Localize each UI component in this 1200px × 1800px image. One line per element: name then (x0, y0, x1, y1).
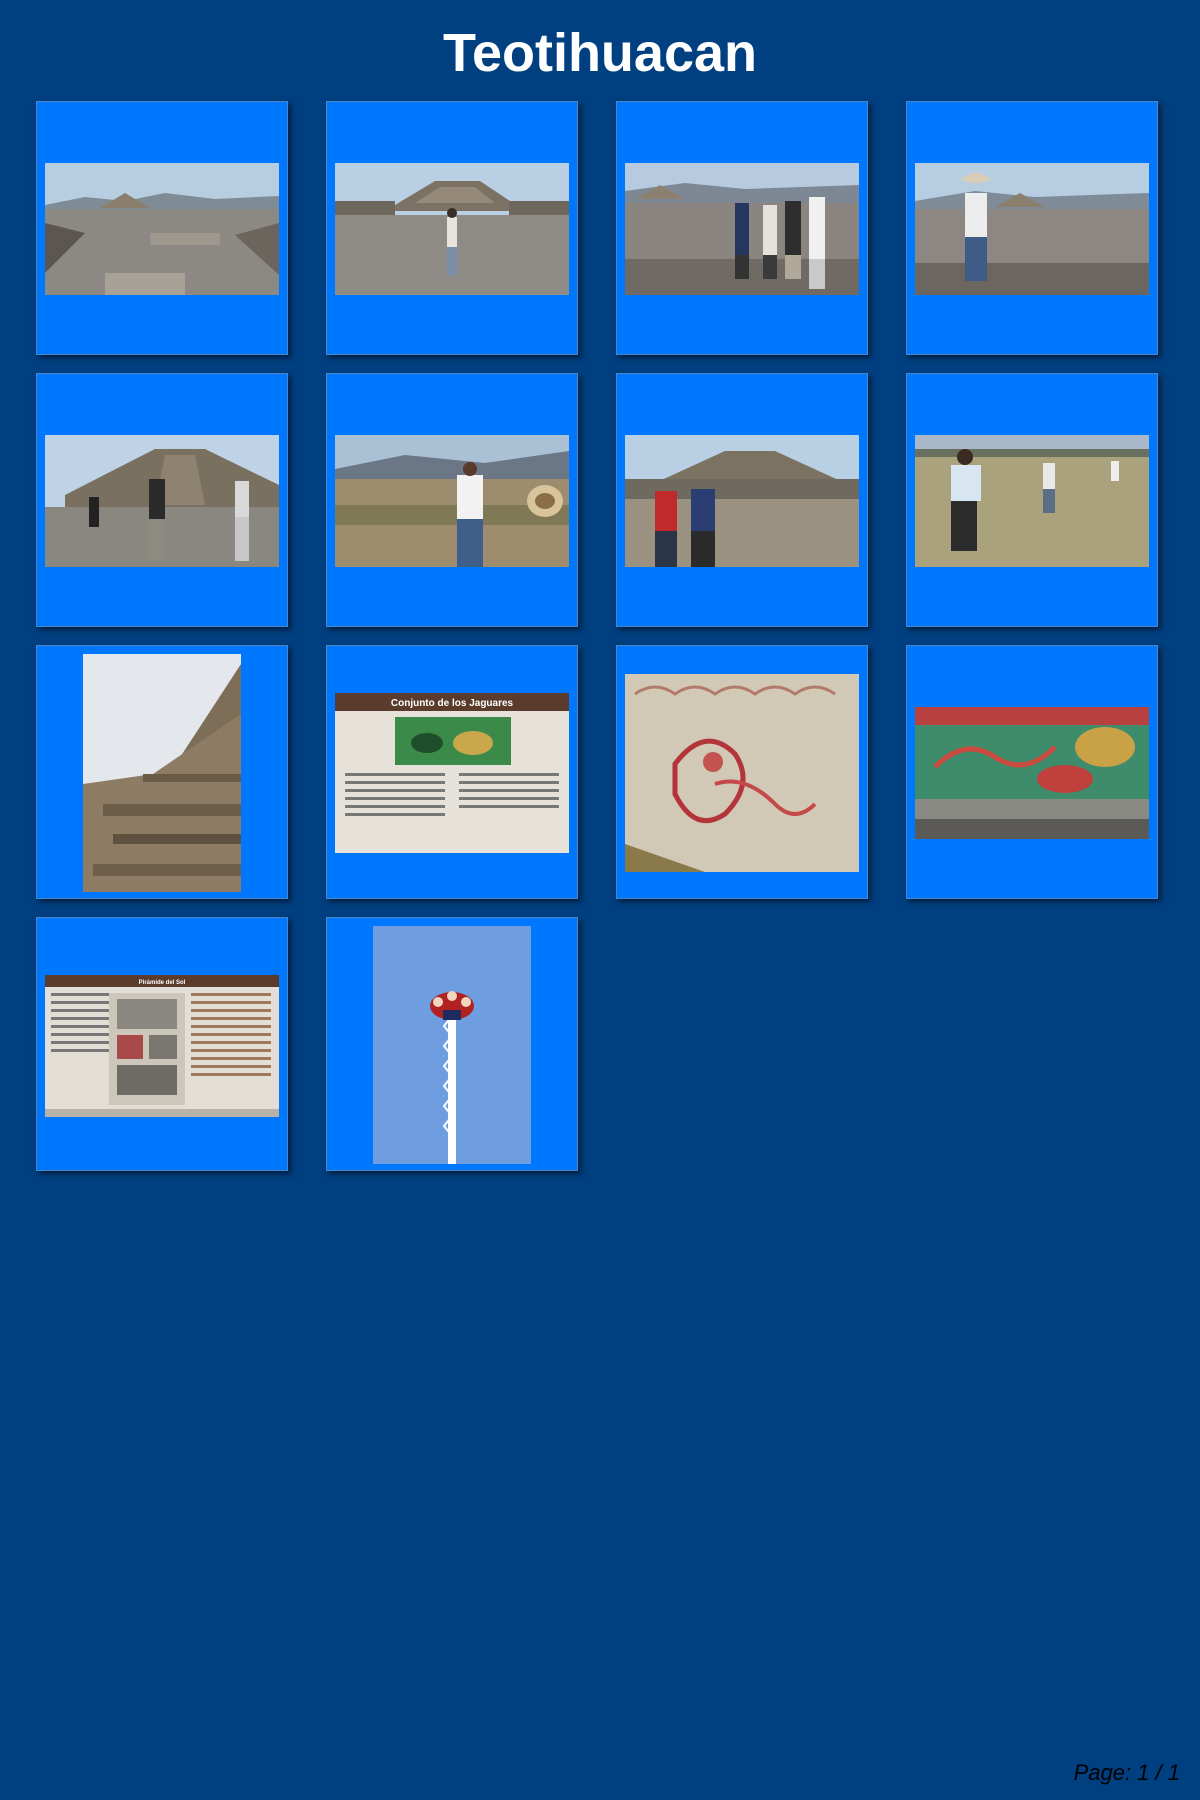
photo-card[interactable] (36, 101, 288, 355)
photo-card[interactable] (906, 645, 1158, 899)
sign-title: Pirámide del Sol (139, 980, 186, 986)
photo-card[interactable] (326, 373, 578, 627)
page-title: Teotihuacan (442, 23, 758, 83)
photo-thumbnail[interactable] (915, 707, 1149, 839)
photo-card[interactable] (906, 101, 1158, 355)
sign-title: Conjunto de los Jaguares (391, 698, 514, 709)
photo-card[interactable] (326, 917, 578, 1171)
photo-card[interactable] (906, 373, 1158, 627)
photo-thumbnail[interactable] (373, 926, 531, 1164)
photo-thumbnail[interactable] (335, 163, 569, 295)
photo-card[interactable]: Pirámide del Sol (36, 917, 288, 1171)
page-indicator: Page: 1 / 1 (1073, 1760, 1180, 1785)
photo-thumbnail[interactable] (45, 435, 279, 567)
photo-thumbnail[interactable] (625, 674, 859, 872)
photo-card[interactable] (326, 101, 578, 355)
photo-thumbnail[interactable] (625, 163, 859, 295)
photo-card[interactable] (36, 373, 288, 627)
photo-thumbnail[interactable] (625, 435, 859, 567)
photo-card[interactable] (616, 101, 868, 355)
photo-card[interactable] (616, 373, 868, 627)
photo-card[interactable] (36, 645, 288, 899)
photo-thumbnail[interactable] (915, 163, 1149, 295)
photo-thumbnail[interactable]: Conjunto de los Jaguares (335, 693, 569, 853)
photo-thumbnail[interactable] (335, 435, 569, 567)
photo-thumbnail[interactable] (83, 654, 241, 892)
photo-thumbnail[interactable] (45, 163, 279, 295)
photo-card[interactable] (616, 645, 868, 899)
photo-thumbnail[interactable] (915, 435, 1149, 567)
photo-card[interactable]: Conjunto de los Jaguares (326, 645, 578, 899)
photo-grid: Conjunto de los Jaguares Pirámide del So… (36, 101, 1166, 1181)
photo-thumbnail[interactable]: Pirámide del Sol (45, 975, 279, 1117)
